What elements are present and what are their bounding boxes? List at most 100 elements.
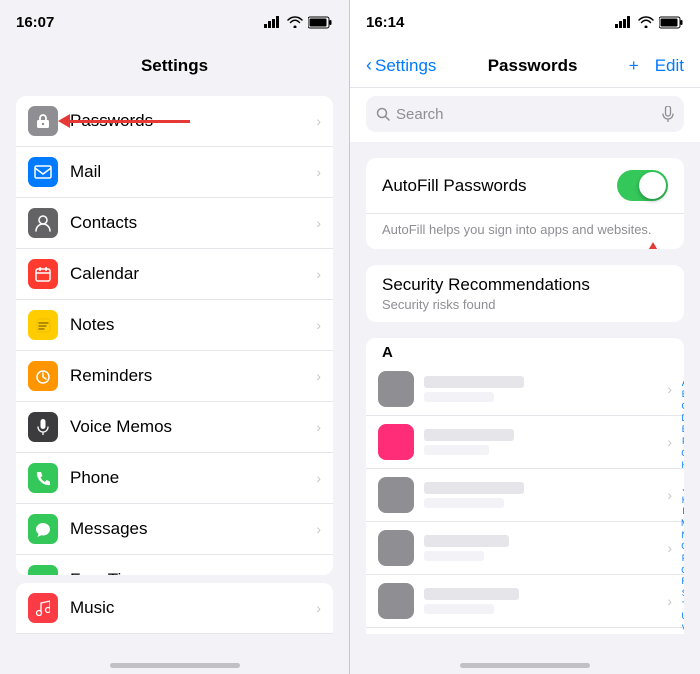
settings-item-reminders[interactable]: Reminders › [16,351,333,402]
alpha-f[interactable]: F [678,436,685,448]
alpha-t[interactable]: T [678,600,685,612]
alpha-b[interactable]: B [678,389,685,401]
password-item-5[interactable]: › [366,575,684,628]
alpha-e[interactable]: E [678,424,685,436]
alphabet-index[interactable]: A B C D E F G H I J K L M N O P Q R S T [678,338,685,634]
passwords-label: Passwords [70,111,308,131]
pw-username-2 [424,445,489,455]
toggle-knob [639,172,666,199]
alpha-v[interactable]: V [678,623,685,634]
pw-icon-2 [378,424,414,460]
pw-icon-4 [378,530,414,566]
passwords-icon [28,106,58,136]
mail-icon [28,157,58,187]
phone-label: Phone [70,468,308,488]
pw-info-5 [424,588,667,614]
battery-icon [308,16,333,29]
add-button[interactable]: + [629,56,639,76]
password-item-6[interactable]: › [366,628,684,634]
alpha-j[interactable]: J [678,483,685,495]
pw-name-4 [424,535,509,547]
settings-item-calendar[interactable]: Calendar › [16,249,333,300]
back-label: Settings [375,56,436,76]
right-nav-title: Passwords [488,56,578,76]
alpha-s[interactable]: S [678,588,685,600]
settings-item-mail[interactable]: Mail › [16,147,333,198]
back-chevron: ‹ [366,55,372,76]
settings-item-messages[interactable]: Messages › [16,504,333,555]
reminders-chevron: › [316,368,321,384]
pw-name-5 [424,588,519,600]
alpha-g[interactable]: G [678,448,685,460]
password-item-4[interactable]: › [366,522,684,575]
reminders-label: Reminders [70,366,308,386]
settings-item-contacts[interactable]: Contacts › [16,198,333,249]
alpha-l[interactable]: L [678,506,685,518]
alpha-k[interactable]: K [678,495,685,507]
voice-memos-label: Voice Memos [70,417,308,437]
left-home-bar [0,634,349,674]
password-item-1[interactable]: › [366,363,684,416]
nav-actions: + Edit [629,56,684,76]
passwords-list-section: A › › [366,338,684,634]
alpha-m[interactable]: M [678,518,685,530]
alpha-a[interactable]: A [678,378,685,390]
left-nav-header: Settings [0,44,349,88]
facetime-icon [28,565,58,575]
settings-item-voice-memos[interactable]: Voice Memos › [16,402,333,453]
alpha-c[interactable]: C [678,401,685,413]
calendar-label: Calendar [70,264,308,284]
phone-icon [28,463,58,493]
password-item-2[interactable]: › [366,416,684,469]
alpha-u[interactable]: U [678,611,685,623]
back-button[interactable]: ‹ Settings [366,55,436,76]
mail-chevron: › [316,164,321,180]
alpha-h[interactable]: H [678,460,685,472]
alpha-p[interactable]: P [678,553,685,565]
voice-memos-chevron: › [316,419,321,435]
pw-username-5 [424,604,494,614]
pw-info-2 [424,429,667,455]
right-home-bar [350,634,700,674]
notes-icon [28,310,58,340]
pw-chevron-1: › [667,381,672,397]
settings-item-notes[interactable]: Notes › [16,300,333,351]
search-bar-container: Search [350,88,700,142]
signal-icon [264,16,282,28]
settings-item-passwords[interactable]: Passwords › [16,96,333,147]
security-row[interactable]: Security Recommendations Security risks … [366,265,684,322]
pw-info-4 [424,535,667,561]
alpha-r[interactable]: R [678,576,685,588]
calendar-chevron: › [316,266,321,282]
pw-icon-3 [378,477,414,513]
pw-username-3 [424,498,504,508]
contacts-icon [28,208,58,238]
alpha-n[interactable]: N [678,530,685,542]
alpha-o[interactable]: O [678,541,685,553]
right-signal-icon [615,16,633,28]
settings-item-phone[interactable]: Phone › [16,453,333,504]
contacts-label: Contacts [70,213,308,233]
edit-button[interactable]: Edit [655,56,684,76]
search-bar[interactable]: Search [366,96,684,132]
autofill-toggle[interactable] [617,170,668,201]
settings-item-facetime[interactable]: FaceTime › [16,555,333,575]
contacts-chevron: › [316,215,321,231]
music-chevron: › [316,600,321,616]
password-item-3[interactable]: › [366,469,684,522]
phone-chevron: › [316,470,321,486]
pw-name-3 [424,482,524,494]
alpha-d[interactable]: D [678,413,685,425]
autofill-description: AutoFill helps you sign into apps and we… [366,214,684,249]
autofill-row[interactable]: AutoFill Passwords [366,158,684,214]
music-label: Music [70,598,308,618]
music-icon [28,593,58,623]
alpha-q[interactable]: Q [678,565,685,577]
alpha-i[interactable]: I [678,471,685,483]
messages-icon [28,514,58,544]
mail-label: Mail [70,162,308,182]
settings-item-music[interactable]: Music › [16,583,333,634]
passwords-content: AutoFill Passwords AutoFill helps you si… [350,142,700,634]
security-section[interactable]: Security Recommendations Security risks … [366,265,684,322]
search-icon [376,107,390,121]
